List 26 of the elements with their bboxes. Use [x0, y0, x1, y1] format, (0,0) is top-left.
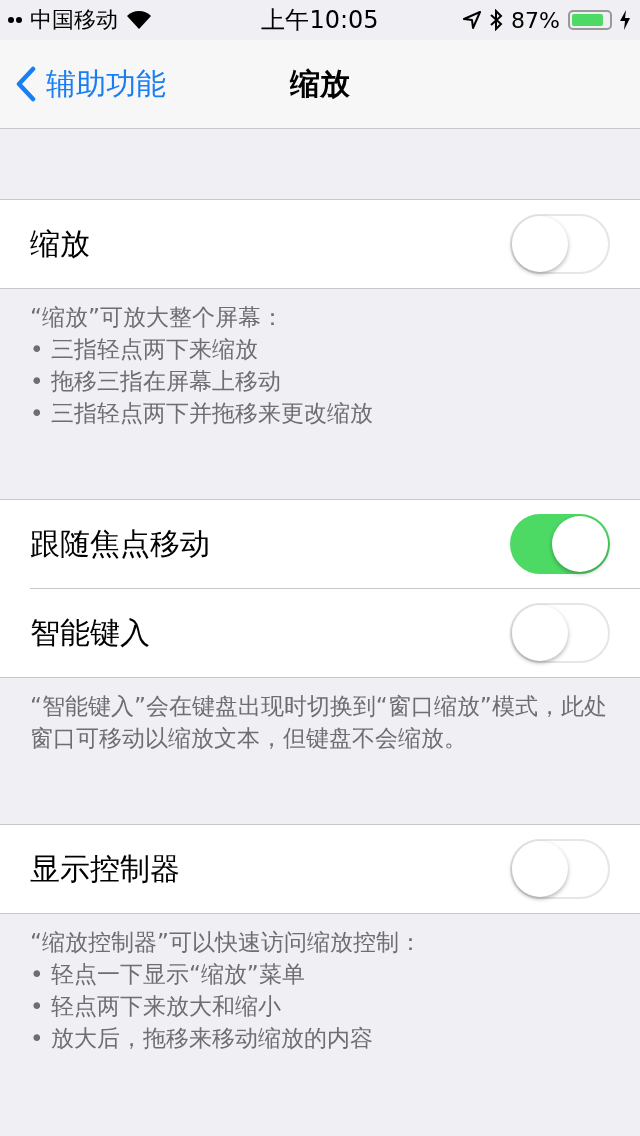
- setting-label: 智能键入: [30, 613, 150, 652]
- setting-label: 跟随焦点移动: [30, 524, 210, 563]
- footer-text: • 放大后，拖移来移动缩放的内容: [30, 1024, 374, 1053]
- location-icon: [463, 11, 482, 29]
- battery-icon: [568, 10, 612, 30]
- page-title: 缩放: [290, 64, 350, 103]
- wifi-icon: [126, 10, 152, 30]
- charging-icon: [620, 10, 630, 30]
- status-time: 上午10:05: [261, 5, 379, 36]
- footer-text: “智能键入”会在键盘出现时切换到“窗口缩放”模式，此处窗口可移动以缩放文本，但键盘不会缩放。: [30, 692, 608, 753]
- bluetooth-icon: [489, 9, 504, 31]
- footer-text: “缩放”可放大整个屏幕：: [30, 303, 285, 332]
- footer-text: • 三指轻点两下来缩放: [30, 335, 259, 364]
- setting-label: 显示控制器: [30, 849, 180, 888]
- footer-text: • 轻点一下显示“缩放”菜单: [30, 960, 306, 989]
- footer-text: “缩放控制器”可以快速访问缩放控制：: [30, 928, 423, 957]
- back-button[interactable]: 辅助功能: [0, 63, 166, 105]
- footer-text: • 拖移三指在屏幕上移动: [30, 367, 282, 396]
- footer-text: • 三指轻点两下并拖移来更改缩放: [30, 399, 374, 428]
- footer-text: • 轻点两下来放大和缩小: [30, 992, 282, 1021]
- toggle-switch[interactable]: [510, 514, 610, 574]
- carrier-name: 中国移动: [30, 6, 118, 34]
- signal-icon: [8, 15, 22, 25]
- battery-percent: 87%: [511, 7, 560, 33]
- chevron-left-icon: [16, 66, 36, 102]
- setting-label: 缩放: [30, 224, 90, 263]
